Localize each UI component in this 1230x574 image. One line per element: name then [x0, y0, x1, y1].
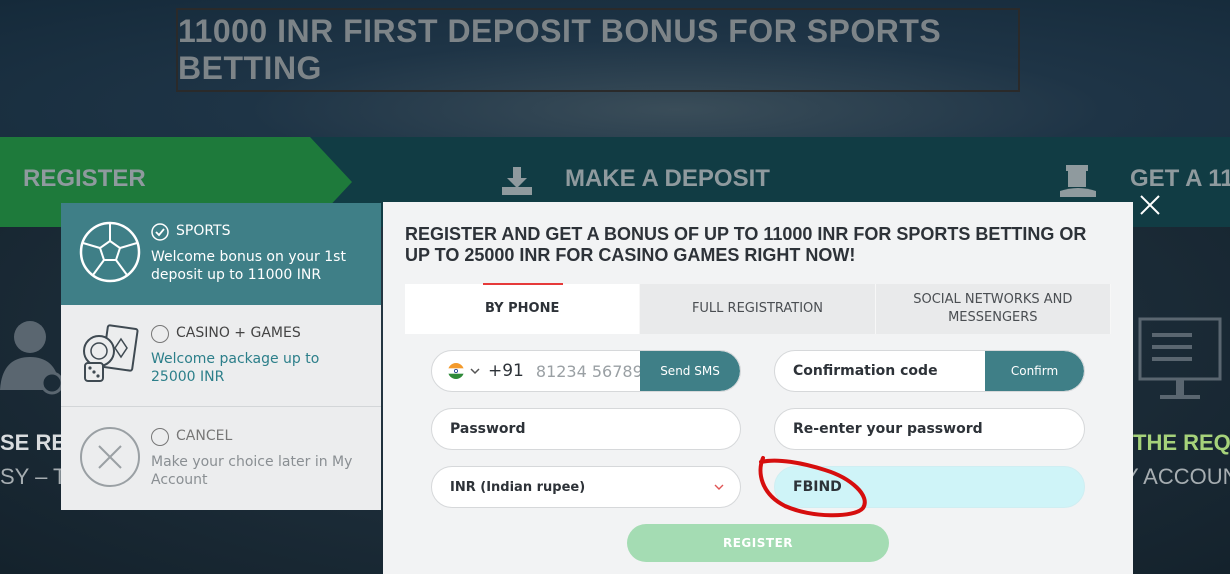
- password-field[interactable]: Password: [431, 408, 741, 450]
- close-icon[interactable]: [1138, 193, 1162, 217]
- currency-select[interactable]: INR (Indian rupee): [431, 466, 741, 508]
- monitor-icon: [1138, 317, 1222, 399]
- gift-icon: [1060, 165, 1096, 197]
- chevron-down-icon: [714, 484, 724, 490]
- confirmation-code-input[interactable]: Confirmation code: [775, 363, 938, 379]
- register-button[interactable]: REGISTER: [627, 524, 889, 562]
- phone-input[interactable]: 81234 56789: [536, 362, 643, 381]
- india-flag-icon: [448, 363, 464, 379]
- user-add-icon: [0, 321, 62, 395]
- choice-sports-desc: Welcome bonus on your 1st deposit up to …: [151, 249, 346, 283]
- currency-value: INR (Indian rupee): [450, 479, 586, 495]
- cancel-icon: [80, 427, 140, 487]
- modal-title: REGISTER AND GET A BONUS OF UP TO 11000 …: [405, 224, 1087, 265]
- download-icon: [502, 167, 532, 195]
- step-deposit-label: MAKE A DEPOSIT: [565, 165, 770, 192]
- check-circle-icon: [151, 223, 169, 241]
- phone-field[interactable]: +91 81234 56789 Send SMS: [431, 350, 741, 392]
- tab-social-networks[interactable]: SOCIAL NETWORKS AND MESSENGERS: [875, 284, 1111, 334]
- choice-cancel[interactable]: CANCEL Make your choice later in My Acco…: [61, 408, 381, 510]
- chevron-down-icon[interactable]: [470, 367, 480, 375]
- bonus-banner-text: 11000 INR FIRST DEPOSIT BONUS FOR SPORTS…: [178, 13, 942, 86]
- send-sms-button[interactable]: Send SMS: [640, 351, 740, 391]
- choice-sports-title: SPORTS: [176, 223, 231, 239]
- bonus-banner: 11000 INR FIRST DEPOSIT BONUS FOR SPORTS…: [176, 8, 1020, 92]
- bg-right-heading: THE REQUI: [1133, 430, 1230, 455]
- reenter-password-field[interactable]: Re-enter your password: [774, 408, 1085, 450]
- tab-full-registration[interactable]: FULL REGISTRATION: [640, 284, 876, 334]
- choice-cancel-desc: Make your choice later in My Account: [151, 454, 353, 488]
- step-bonus-label: GET A 110: [1130, 165, 1230, 192]
- choice-casino-radio[interactable]: [151, 325, 169, 343]
- choice-cancel-title: CANCEL: [176, 428, 233, 444]
- bonus-choice-panel: SPORTS Welcome bonus on your 1st deposit…: [61, 203, 381, 510]
- choice-cancel-radio[interactable]: [151, 428, 169, 446]
- annotation-circle: [758, 456, 867, 518]
- bg-right-sub: Y ACCOUNT.: [1124, 464, 1230, 489]
- phone-country-code: +91: [488, 361, 524, 381]
- tab-by-phone[interactable]: BY PHONE: [405, 283, 641, 334]
- choice-sports[interactable]: SPORTS Welcome bonus on your 1st deposit…: [61, 203, 381, 305]
- choice-casino-desc: Welcome package up to 25000 INR: [151, 351, 320, 385]
- reenter-password-input[interactable]: Re-enter your password: [775, 421, 983, 437]
- confirm-button[interactable]: Confirm: [985, 351, 1084, 391]
- choice-casino-title: CASINO + GAMES: [176, 325, 301, 341]
- registration-tabs: BY PHONE FULL REGISTRATION SOCIAL NETWOR…: [405, 283, 1111, 334]
- soccer-ball-icon: [79, 221, 141, 283]
- password-input[interactable]: Password: [432, 421, 525, 437]
- step-register-label: REGISTER: [23, 165, 146, 192]
- casino-icon: [83, 324, 139, 382]
- confirmation-code-field[interactable]: Confirmation code Confirm: [774, 350, 1085, 392]
- choice-casino[interactable]: CASINO + GAMES Welcome package up to 250…: [61, 305, 381, 407]
